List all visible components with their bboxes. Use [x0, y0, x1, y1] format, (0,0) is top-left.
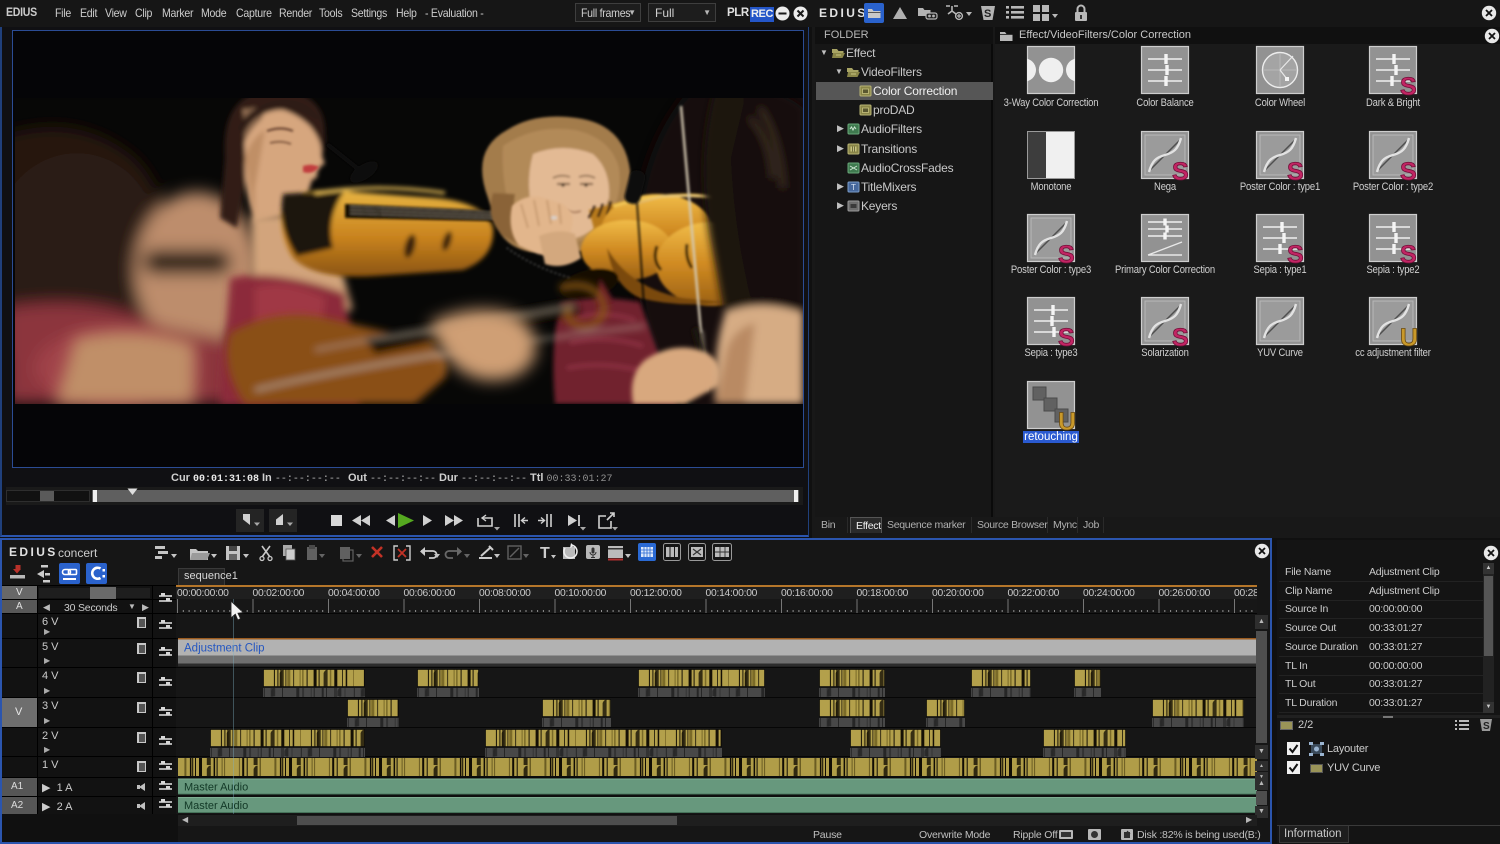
svg-text:00:24:00:00: 00:24:00:00 [1083, 588, 1135, 599]
svg-text:00:26:00:00: 00:26:00:00 [1159, 588, 1211, 599]
svg-text:00:16:00:00: 00:16:00:00 [781, 588, 833, 599]
svg-text:00:14:00:00: 00:14:00:00 [706, 588, 758, 599]
svg-text:00:08:00:00: 00:08:00:00 [479, 588, 531, 599]
svg-text:Master Audio: Master Audio [184, 800, 248, 812]
svg-text:00:12:00:00: 00:12:00:00 [630, 588, 682, 599]
svg-text:T: T [851, 183, 856, 192]
svg-text:00:28:0: 00:28:0 [1234, 588, 1257, 599]
svg-text:S: S [1483, 721, 1490, 732]
svg-text:00:04:00:00: 00:04:00:00 [328, 588, 380, 599]
svg-text:00:02:00:00: 00:02:00:00 [253, 588, 305, 599]
svg-text:00:20:00:00: 00:20:00:00 [932, 588, 984, 599]
svg-text:Adjustment Clip: Adjustment Clip [184, 643, 265, 655]
svg-text:S: S [984, 8, 991, 20]
svg-text:Master Audio: Master Audio [184, 782, 248, 794]
svg-text:00:22:00:00: 00:22:00:00 [1008, 588, 1060, 599]
svg-text:00:06:00:00: 00:06:00:00 [404, 588, 456, 599]
svg-text:T: T [540, 545, 550, 562]
svg-text:00:10:00:00: 00:10:00:00 [555, 588, 607, 599]
svg-text:00:00:00:00: 00:00:00:00 [177, 588, 229, 599]
svg-text:00:18:00:00: 00:18:00:00 [857, 588, 909, 599]
